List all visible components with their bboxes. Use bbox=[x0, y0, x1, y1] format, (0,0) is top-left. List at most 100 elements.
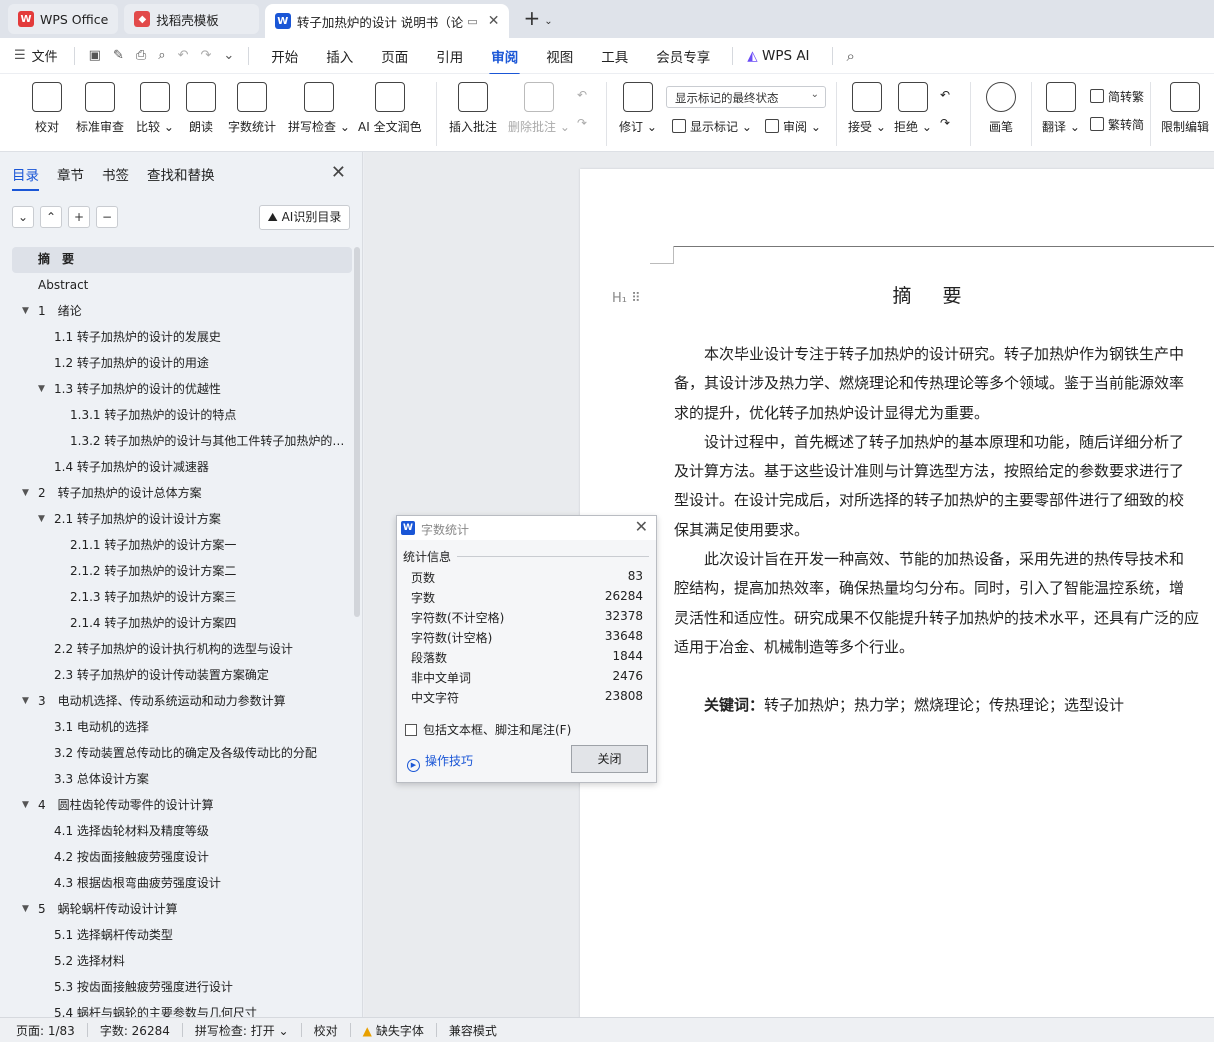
toc-item[interactable]: Abstract bbox=[12, 273, 352, 299]
pen-icon[interactable]: ✎ bbox=[113, 48, 124, 63]
tab-find-replace[interactable]: 查找和替换 bbox=[147, 164, 215, 184]
compare-button[interactable]: 比较 ⌄ bbox=[136, 82, 174, 135]
toc-item[interactable]: ▼ 1 绪论 bbox=[12, 299, 352, 325]
redo-icon[interactable]: ↷ bbox=[200, 48, 211, 63]
delete-comment-button[interactable]: 删除批注 ⌄ bbox=[508, 82, 570, 135]
toc-item[interactable]: 3.2 传动装置总传动比的确定及各级传动比的分配 bbox=[12, 741, 352, 767]
file-menu[interactable]: 文件 bbox=[32, 46, 58, 65]
toc-item[interactable]: 2.1.2 转子加热炉的设计方案二 bbox=[12, 559, 352, 585]
tab-toc[interactable]: 目录 bbox=[12, 164, 39, 191]
translate-button[interactable]: 翻译 ⌄ bbox=[1042, 82, 1080, 135]
standard-review-button[interactable]: 标准审查 bbox=[76, 82, 124, 135]
spell-check-status[interactable]: 拼写检查: 打开 ⌄ bbox=[195, 1022, 289, 1039]
markup-mode-select[interactable]: 显示标记的最终状态 ⌄ bbox=[666, 86, 826, 108]
new-tab-icon[interactable]: + bbox=[523, 6, 540, 30]
tab-chapter[interactable]: 章节 bbox=[57, 164, 84, 184]
chevron-down-icon[interactable]: ⌄ bbox=[544, 16, 552, 27]
toc-item[interactable]: 5.2 选择材料 bbox=[12, 949, 352, 975]
toc-item[interactable]: 3.1 电动机的选择 bbox=[12, 715, 352, 741]
search-icon[interactable]: ⌕ bbox=[847, 47, 855, 65]
close-icon[interactable]: ✕ bbox=[488, 13, 500, 29]
expand-toggle-icon[interactable]: ▼ bbox=[22, 897, 29, 921]
proof-button[interactable]: 校对 bbox=[32, 82, 62, 135]
chevron-down-icon[interactable]: ⌄ bbox=[223, 48, 234, 63]
toc-item[interactable]: 2.3 转子加热炉的设计传动装置方案确定 bbox=[12, 663, 352, 689]
spell-check-button[interactable]: 拼写检查 ⌄ bbox=[288, 82, 350, 135]
expand-toggle-icon[interactable]: ▼ bbox=[22, 481, 29, 505]
toc-item[interactable]: 1.1 转子加热炉的设计的发展史 bbox=[12, 325, 352, 351]
toc-item[interactable]: 1.3.2 转子加热炉的设计与其他工件转子加热炉的比较 bbox=[12, 429, 352, 455]
toc-item[interactable]: ▼ 1.3 转子加热炉的设计的优越性 bbox=[12, 377, 352, 403]
expand-toggle-icon[interactable]: ▼ bbox=[38, 377, 45, 401]
tab-wps-office[interactable]: W WPS Office bbox=[8, 4, 119, 34]
menu-tools[interactable]: 工具 bbox=[601, 46, 628, 66]
toc-item[interactable]: 4.3 根据齿根弯曲疲劳强度设计 bbox=[12, 871, 352, 897]
toc-item[interactable]: 1.4 转子加热炉的设计减速器 bbox=[12, 455, 352, 481]
menu-reference[interactable]: 引用 bbox=[436, 46, 463, 66]
toc-item[interactable]: 3.3 总体设计方案 bbox=[12, 767, 352, 793]
close-button[interactable]: 关闭 bbox=[571, 745, 648, 773]
toc-item[interactable]: ▼ 5 蜗轮蜗杆传动设计计算 bbox=[12, 897, 352, 923]
toc-item[interactable]: 2.1.1 转子加热炉的设计方案一 bbox=[12, 533, 352, 559]
ai-polish-button[interactable]: AI 全文润色 bbox=[358, 82, 422, 135]
menu-home[interactable]: 开始 bbox=[271, 46, 298, 66]
hamburger-icon[interactable]: ☰ bbox=[14, 48, 26, 63]
toc-item[interactable]: 4.2 按齿面接触疲劳强度设计 bbox=[12, 845, 352, 871]
read-aloud-button[interactable]: 朗读 bbox=[186, 82, 216, 135]
save-icon[interactable]: ▣ bbox=[89, 48, 101, 63]
close-icon[interactable]: ✕ bbox=[635, 517, 648, 536]
word-count-button[interactable]: 字数统计 bbox=[228, 82, 276, 135]
prev-comment-icon[interactable]: ↶ bbox=[577, 88, 587, 102]
expand-toggle-icon[interactable]: ▼ bbox=[22, 689, 29, 713]
reject-button[interactable]: 拒绝 ⌄ bbox=[894, 82, 932, 135]
remove-heading-button[interactable]: − bbox=[96, 206, 118, 228]
accept-button[interactable]: 接受 ⌄ bbox=[848, 82, 886, 135]
print-preview-icon[interactable]: ⌕ bbox=[158, 48, 165, 63]
menu-page[interactable]: 页面 bbox=[381, 46, 408, 66]
page-indicator[interactable]: 页面: 1/83 bbox=[16, 1022, 75, 1039]
to-traditional-button[interactable]: 简转繁 bbox=[1090, 88, 1144, 105]
include-textbox-checkbox[interactable]: 包括文本框、脚注和尾注(F) bbox=[405, 721, 571, 738]
toc-item[interactable]: 5.3 按齿面接触疲劳强度进行设计 bbox=[12, 975, 352, 1001]
prev-change-icon[interactable]: ↶ bbox=[940, 88, 950, 102]
toc-item[interactable]: 2.2 转子加热炉的设计执行机构的选型与设计 bbox=[12, 637, 352, 663]
document-page[interactable]: H₁ ⠿ 摘 要 本次毕业设计专注于转子加热炉的设计研究。转子加热炉作为钢铁生产… bbox=[580, 169, 1214, 1017]
scrollbar[interactable] bbox=[354, 247, 360, 617]
toc-item[interactable]: 2.1.3 转子加热炉的设计方案三 bbox=[12, 585, 352, 611]
tab-document[interactable]: W 转子加热炉的设计 说明书（论 ▭ ✕ bbox=[264, 4, 510, 38]
tips-link[interactable]: ▶ 操作技巧 bbox=[407, 752, 473, 772]
collapse-all-button[interactable]: ⌄ bbox=[12, 206, 34, 228]
show-markup-button[interactable]: 显示标记 ⌄ bbox=[672, 118, 752, 135]
toc-item[interactable]: 2.1.4 转子加热炉的设计方案四 bbox=[12, 611, 352, 637]
toc-item[interactable]: ▼ 3 电动机选择、传动系统运动和动力参数计算 bbox=[12, 689, 352, 715]
toc-item[interactable]: 1.2 转子加热炉的设计的用途 bbox=[12, 351, 352, 377]
expand-toggle-icon[interactable]: ▼ bbox=[22, 793, 29, 817]
missing-font-status[interactable]: ▲ 缺失字体 bbox=[363, 1022, 424, 1039]
menu-wps-ai[interactable]: ◭ WPS AI bbox=[747, 48, 809, 64]
tab-bookmark[interactable]: 书签 bbox=[102, 164, 129, 184]
expand-toggle-icon[interactable]: ▼ bbox=[38, 507, 45, 531]
tab-template[interactable]: ◆ 找稻壳模板 bbox=[124, 4, 259, 34]
toc-item[interactable]: 5.4 蜗杆与蜗轮的主要参数与几何尺寸 bbox=[12, 1001, 352, 1017]
next-change-icon[interactable]: ↷ bbox=[940, 116, 950, 130]
proof-status[interactable]: 校对 bbox=[314, 1022, 338, 1039]
ai-toc-button[interactable]: ⛰ AI识别目录 bbox=[259, 205, 350, 230]
toc-item[interactable]: 摘 要 bbox=[12, 247, 352, 273]
pen-button[interactable]: 画笔 bbox=[986, 82, 1016, 135]
insert-comment-button[interactable]: 插入批注 bbox=[449, 82, 497, 135]
toc-item[interactable]: 5.1 选择蜗杆传动类型 bbox=[12, 923, 352, 949]
menu-insert[interactable]: 插入 bbox=[326, 46, 353, 66]
restrict-editing-button[interactable]: 限制编辑 bbox=[1161, 82, 1209, 135]
word-count-indicator[interactable]: 字数: 26284 bbox=[100, 1022, 170, 1039]
add-heading-button[interactable]: + bbox=[68, 206, 90, 228]
to-simplified-button[interactable]: 繁转简 bbox=[1090, 116, 1144, 133]
undo-icon[interactable]: ↶ bbox=[178, 48, 189, 63]
menu-view[interactable]: 视图 bbox=[546, 46, 573, 66]
expand-toggle-icon[interactable]: ▼ bbox=[22, 299, 29, 323]
close-icon[interactable]: ✕ bbox=[331, 162, 346, 183]
toc-item[interactable]: ▼ 2.1 转子加热炉的设计设计方案 bbox=[12, 507, 352, 533]
toc-item[interactable]: 1.3.1 转子加热炉的设计的特点 bbox=[12, 403, 352, 429]
toc-item[interactable]: ▼ 4 圆柱齿轮传动零件的设计计算 bbox=[12, 793, 352, 819]
print-icon[interactable]: ⎙ bbox=[136, 48, 146, 63]
expand-up-button[interactable]: ⌃ bbox=[40, 206, 62, 228]
